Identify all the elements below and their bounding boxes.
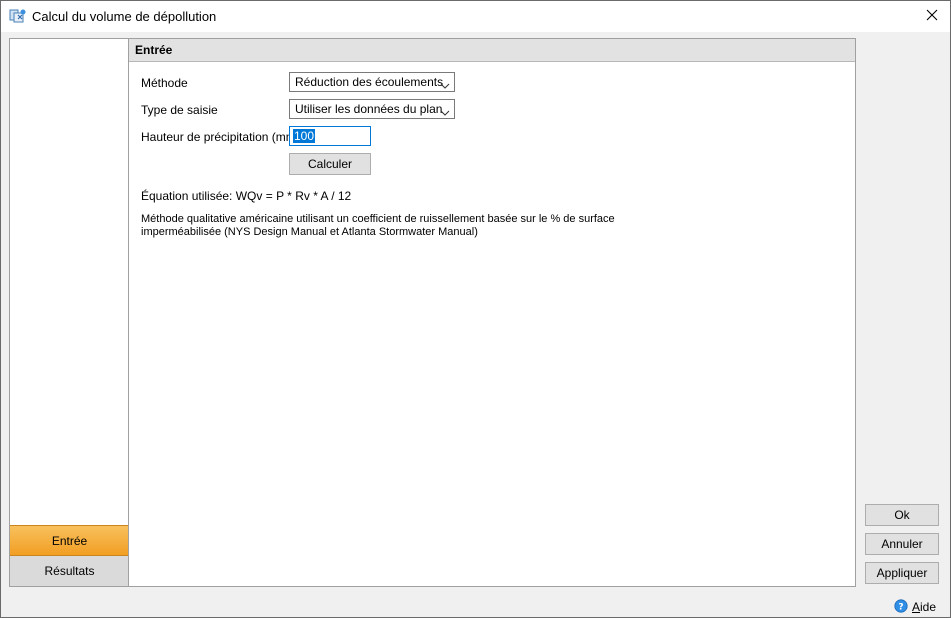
help-link-label: ide [920, 600, 937, 614]
cancel-button[interactable]: Annuler [865, 533, 939, 555]
rainfall-label: Hauteur de précipitation (mm) [141, 130, 300, 144]
nav-item-label: Entrée [51, 533, 88, 548]
equation-text: Équation utilisée: WQv = P * Rv * A / 12 [141, 189, 352, 203]
method-select[interactable]: Réduction des écoulements [289, 72, 455, 92]
ok-button-label: Ok [894, 508, 910, 522]
navigation-panel: Entrée Résultats [9, 38, 130, 587]
help-icon[interactable]: ? [894, 599, 908, 613]
close-icon [926, 9, 938, 24]
input-type-label: Type de saisie [141, 103, 218, 117]
nav-item-label: Résultats [44, 564, 95, 578]
apply-button[interactable]: Appliquer [865, 562, 939, 584]
close-button[interactable] [914, 1, 950, 32]
calculate-button[interactable]: Calculer [289, 153, 371, 175]
app-icon [9, 8, 27, 24]
method-description: Méthode qualitative américaine utilisant… [141, 213, 615, 238]
rainfall-input[interactable]: 100 [289, 126, 371, 146]
nav-item-entree[interactable]: Entrée [10, 525, 129, 556]
window-title: Calcul du volume de dépollution [32, 9, 217, 24]
section-title: Entrée [135, 43, 173, 57]
title-bar: Calcul du volume de dépollution [1, 1, 950, 32]
method-label: Méthode [141, 76, 188, 90]
input-type-select[interactable]: Utiliser les données du plan [289, 99, 455, 119]
ok-button[interactable]: Ok [865, 504, 939, 526]
nav-item-resultats[interactable]: Résultats [10, 556, 129, 586]
svg-text:?: ? [898, 603, 903, 613]
chevron-down-icon [440, 106, 450, 116]
method-select-value: Réduction des écoulements [295, 75, 444, 89]
dialog-window: Calcul du volume de dépollution Entrée R… [0, 0, 951, 618]
chevron-down-icon [440, 79, 450, 89]
content-panel: Entrée Méthode Réduction des écoulements… [128, 38, 856, 587]
rainfall-input-value: 100 [293, 129, 316, 143]
calculate-button-label: Calculer [307, 157, 352, 171]
section-header: Entrée [129, 39, 855, 62]
input-type-select-value: Utiliser les données du plan [295, 102, 443, 116]
apply-button-label: Appliquer [876, 566, 928, 580]
cancel-button-label: Annuler [881, 537, 923, 551]
help-link[interactable]: Aide [912, 600, 936, 614]
help-accelerator: A [912, 600, 921, 614]
